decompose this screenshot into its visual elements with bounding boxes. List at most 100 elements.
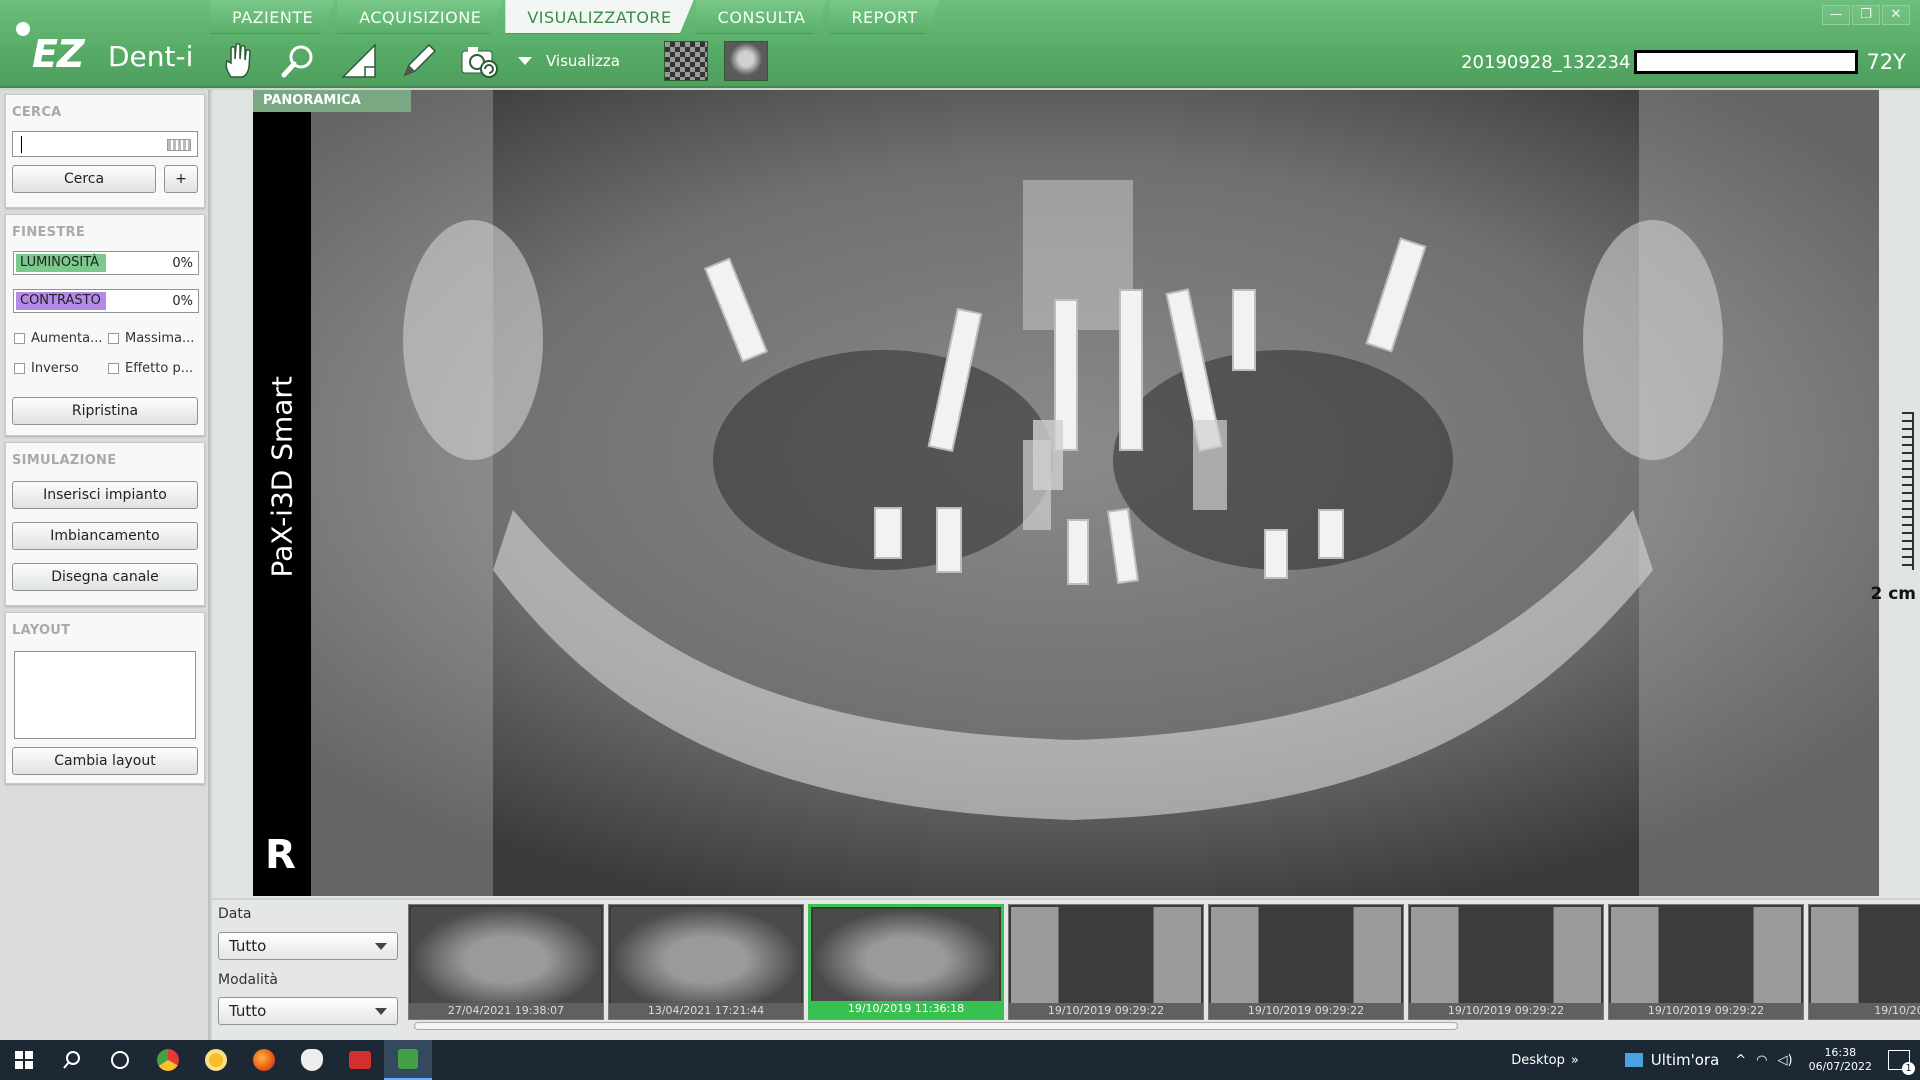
clock-date: 06/07/2022 bbox=[1808, 1060, 1872, 1073]
pencil-icon bbox=[403, 43, 437, 77]
chevron-up-icon[interactable]: ^ bbox=[1735, 1053, 1746, 1068]
scale-ruler bbox=[1902, 412, 1914, 570]
checkbox-box bbox=[14, 333, 25, 344]
search-card: CERCA Cerca + bbox=[5, 94, 205, 208]
view-dropdown[interactable]: Visualizza bbox=[518, 52, 648, 70]
add-search-button[interactable]: + bbox=[164, 165, 198, 193]
simulation-card: SIMULAZIONE Inserisci impianto Imbiancam… bbox=[5, 442, 205, 606]
search-title: CERCA bbox=[12, 105, 62, 120]
thumbnail-image bbox=[813, 909, 999, 1001]
keyboard-icon[interactable] bbox=[167, 139, 191, 151]
firefox-taskbar-button[interactable] bbox=[240, 1040, 288, 1080]
checkbox-box bbox=[14, 363, 25, 374]
study-thumbnail[interactable]: 19/10/2019 09:29:22 bbox=[1608, 904, 1804, 1020]
study-thumbnail[interactable]: 19/10/2019 09:29:22 bbox=[1008, 904, 1204, 1020]
tab-consulta[interactable]: CONSULTA bbox=[696, 0, 828, 34]
search-icon bbox=[63, 1051, 80, 1069]
patient-age: 72Y bbox=[1866, 50, 1906, 74]
maximize-checkbox[interactable]: Massima... bbox=[108, 331, 194, 346]
enhance-checkbox[interactable]: Aumenta... bbox=[14, 331, 103, 346]
windows-card: FINESTRE LUMINOSITÀ 0% CONTRASTO 0% Aume… bbox=[5, 214, 205, 436]
luminosity-slider[interactable]: LUMINOSITÀ 0% bbox=[13, 251, 199, 275]
thumbnail-date: 19/10/2019 09:29:22 bbox=[1209, 1003, 1403, 1019]
effect-checkbox[interactable]: Effetto p... bbox=[108, 361, 193, 376]
study-browser: Data Tutto Modalità Tutto 27/04/2021 19:… bbox=[212, 900, 1920, 1040]
thumbnail-strip: 27/04/2021 19:38:07 13/04/2021 17:21:44 … bbox=[408, 904, 1920, 1020]
minimize-button[interactable]: — bbox=[1822, 5, 1850, 25]
layout-preview[interactable] bbox=[14, 651, 196, 739]
app-red-taskbar-button[interactable] bbox=[336, 1040, 384, 1080]
clock[interactable]: 16:38 06/07/2022 bbox=[1809, 1046, 1872, 1074]
thumbnail-scrollbar[interactable] bbox=[414, 1022, 1458, 1030]
change-layout-button[interactable]: Cambia layout bbox=[12, 747, 198, 775]
notification-icon[interactable]: 1 bbox=[1888, 1050, 1915, 1075]
tab-acquisizione[interactable]: ACQUISIZIONE bbox=[337, 0, 503, 34]
xray-image bbox=[253, 90, 1879, 896]
pan-tool-button[interactable] bbox=[214, 37, 264, 85]
study-thumbnail[interactable]: 19/10/2019 bbox=[1808, 904, 1920, 1020]
notification-count: 1 bbox=[1902, 1062, 1915, 1075]
zoom-tool-button[interactable] bbox=[274, 37, 324, 85]
news-icon bbox=[1624, 1053, 1643, 1067]
news-label[interactable]: Ultim'ora bbox=[1651, 1051, 1719, 1069]
grid-view-button[interactable] bbox=[664, 41, 708, 81]
windows-logo-icon bbox=[15, 1051, 33, 1069]
search-input[interactable] bbox=[12, 131, 198, 157]
thumbnail-image bbox=[1611, 907, 1801, 1003]
thumbnail-date: 19/10/2019 bbox=[1809, 1003, 1920, 1019]
restore-button[interactable]: ❐ bbox=[1852, 5, 1880, 25]
draw-canal-button[interactable]: Disegna canale bbox=[12, 563, 198, 591]
patient-name-redacted bbox=[1634, 50, 1859, 74]
close-button[interactable]: ✕ bbox=[1882, 5, 1910, 25]
double-chevron-icon[interactable]: » bbox=[1571, 1053, 1579, 1068]
info-strip: PaX-i3D Smart R bbox=[253, 112, 311, 896]
tab-visualizzatore[interactable]: VISUALIZZATORE bbox=[505, 0, 693, 34]
cortana-button[interactable] bbox=[96, 1040, 144, 1080]
draw-tool-button[interactable] bbox=[394, 37, 444, 85]
logo-bubble bbox=[16, 22, 30, 36]
date-filter-select[interactable]: Tutto bbox=[218, 932, 398, 960]
app-tooth-taskbar-button[interactable] bbox=[288, 1040, 336, 1080]
start-button[interactable] bbox=[0, 1040, 48, 1080]
face-photo-button[interactable] bbox=[724, 41, 768, 81]
mode-filter-select[interactable]: Tutto bbox=[218, 997, 398, 1025]
patient-id: 20190928_132234 bbox=[1461, 51, 1631, 73]
thumbnail-image bbox=[1411, 907, 1601, 1003]
capture-tool-button[interactable] bbox=[454, 37, 504, 85]
main-tabs: PAZIENTE ACQUISIZIONE VISUALIZZATORE CON… bbox=[210, 0, 942, 34]
patient-info: 20190928_132234 72Y bbox=[1461, 50, 1906, 74]
contrast-slider[interactable]: CONTRASTO 0% bbox=[13, 289, 199, 313]
thumbnail-date: 19/10/2019 11:36:18 bbox=[811, 1001, 1001, 1017]
tooth-app-icon bbox=[301, 1049, 323, 1071]
ezdent-taskbar-button[interactable] bbox=[384, 1040, 432, 1080]
chrome-taskbar-button[interactable] bbox=[144, 1040, 192, 1080]
dropdown-arrow-icon bbox=[518, 57, 532, 65]
app-yellow-taskbar-button[interactable] bbox=[192, 1040, 240, 1080]
magnifier-icon bbox=[281, 45, 313, 78]
app-logo: EZ Dent-i bbox=[12, 22, 202, 76]
reset-button[interactable]: Ripristina bbox=[12, 397, 198, 425]
tab-paziente[interactable]: PAZIENTE bbox=[210, 0, 335, 34]
wifi-icon[interactable]: ◠ bbox=[1756, 1053, 1767, 1068]
left-panel: CERCA Cerca + FINESTRE LUMINOSITÀ 0% CON… bbox=[0, 90, 210, 1040]
tab-report[interactable]: REPORT bbox=[829, 0, 939, 34]
study-thumbnail[interactable]: 19/10/2019 09:29:22 bbox=[1208, 904, 1404, 1020]
search-taskbar-button[interactable] bbox=[48, 1040, 96, 1080]
date-filter-label: Data bbox=[218, 906, 252, 922]
thumbnail-image bbox=[1811, 907, 1920, 1003]
study-thumbnail[interactable]: 13/04/2021 17:21:44 bbox=[608, 904, 804, 1020]
study-thumbnail[interactable]: 27/04/2021 19:38:07 bbox=[408, 904, 604, 1020]
insert-implant-button[interactable]: Inserisci impianto bbox=[12, 481, 198, 509]
measure-tool-button[interactable] bbox=[334, 37, 384, 85]
study-thumbnail-selected[interactable]: 19/10/2019 11:36:18 bbox=[808, 904, 1004, 1020]
volume-icon[interactable]: ◁) bbox=[1778, 1053, 1793, 1068]
study-thumbnail[interactable]: 19/10/2019 09:29:22 bbox=[1408, 904, 1604, 1020]
search-button[interactable]: Cerca bbox=[12, 165, 156, 193]
logo-dent: Dent-i bbox=[108, 40, 194, 73]
invert-checkbox[interactable]: Inverso bbox=[14, 361, 79, 376]
mode-filter-label: Modalità bbox=[218, 972, 278, 988]
thumbnail-image bbox=[411, 907, 601, 1003]
whitening-button[interactable]: Imbiancamento bbox=[12, 522, 198, 550]
desktop-toolbar[interactable]: Desktop bbox=[1511, 1053, 1565, 1068]
panoramic-xray[interactable] bbox=[253, 90, 1879, 896]
